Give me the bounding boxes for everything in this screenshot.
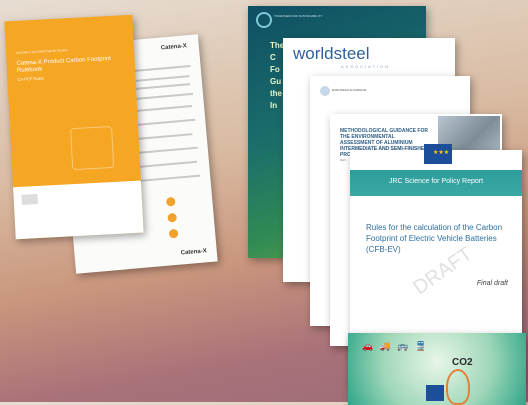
tfs-logo-text: TOGETHER FOR SUSTAINABILITY bbox=[274, 14, 323, 18]
catenax-footer-logo: Catena-X bbox=[180, 248, 208, 257]
sponsor-logo bbox=[21, 194, 38, 205]
eu-flag-icon: ★★★ bbox=[424, 144, 452, 164]
jrc-status-label: Final draft bbox=[476, 280, 508, 287]
cover-subtitle: CX-PCF Rules bbox=[17, 75, 44, 82]
catenax-logo: Catena-X bbox=[160, 43, 188, 52]
bullet-icon bbox=[168, 228, 179, 239]
co2-footprint-cover[interactable]: 🚗 🚚 🚌 🚆 CO2 bbox=[348, 333, 526, 405]
vehicles-icon-row: 🚗 🚚 🚌 🚆 bbox=[362, 341, 429, 351]
publisher-badge bbox=[426, 385, 444, 401]
worldsteel-logo: worldsteel bbox=[293, 44, 370, 63]
aluminium-logo-icon bbox=[320, 86, 330, 96]
cover-title: Catena-X Product Carbon Footprint Rulebo… bbox=[16, 55, 112, 74]
guidance-subtitle: REV bbox=[340, 158, 347, 162]
jrc-header-band: JRC Science for Policy Report bbox=[350, 170, 522, 196]
footprint-icon bbox=[446, 369, 470, 405]
co2-label: CO2 bbox=[452, 357, 473, 368]
cover-bottom-strip bbox=[13, 180, 144, 240]
tfs-logo-icon bbox=[256, 12, 272, 28]
aluminium-logo-text: EUROPEAN ALUMINIUM bbox=[332, 88, 367, 92]
worldsteel-association: ASSOCIATION bbox=[341, 64, 391, 69]
bullet-icon bbox=[167, 212, 178, 223]
cover-decoration bbox=[70, 126, 115, 171]
catenax-rulebook-cover[interactable]: CATENA-X AUTOMOTIVE NETWORK Catena-X Pro… bbox=[4, 14, 144, 240]
cover-small-header: CATENA-X AUTOMOTIVE NETWORK bbox=[15, 48, 68, 55]
bullet-icon bbox=[165, 196, 176, 207]
jrc-series-label: JRC Science for Policy Report bbox=[388, 178, 484, 185]
jrc-report-title: Rules for the calculation of the Carbon … bbox=[366, 223, 503, 254]
